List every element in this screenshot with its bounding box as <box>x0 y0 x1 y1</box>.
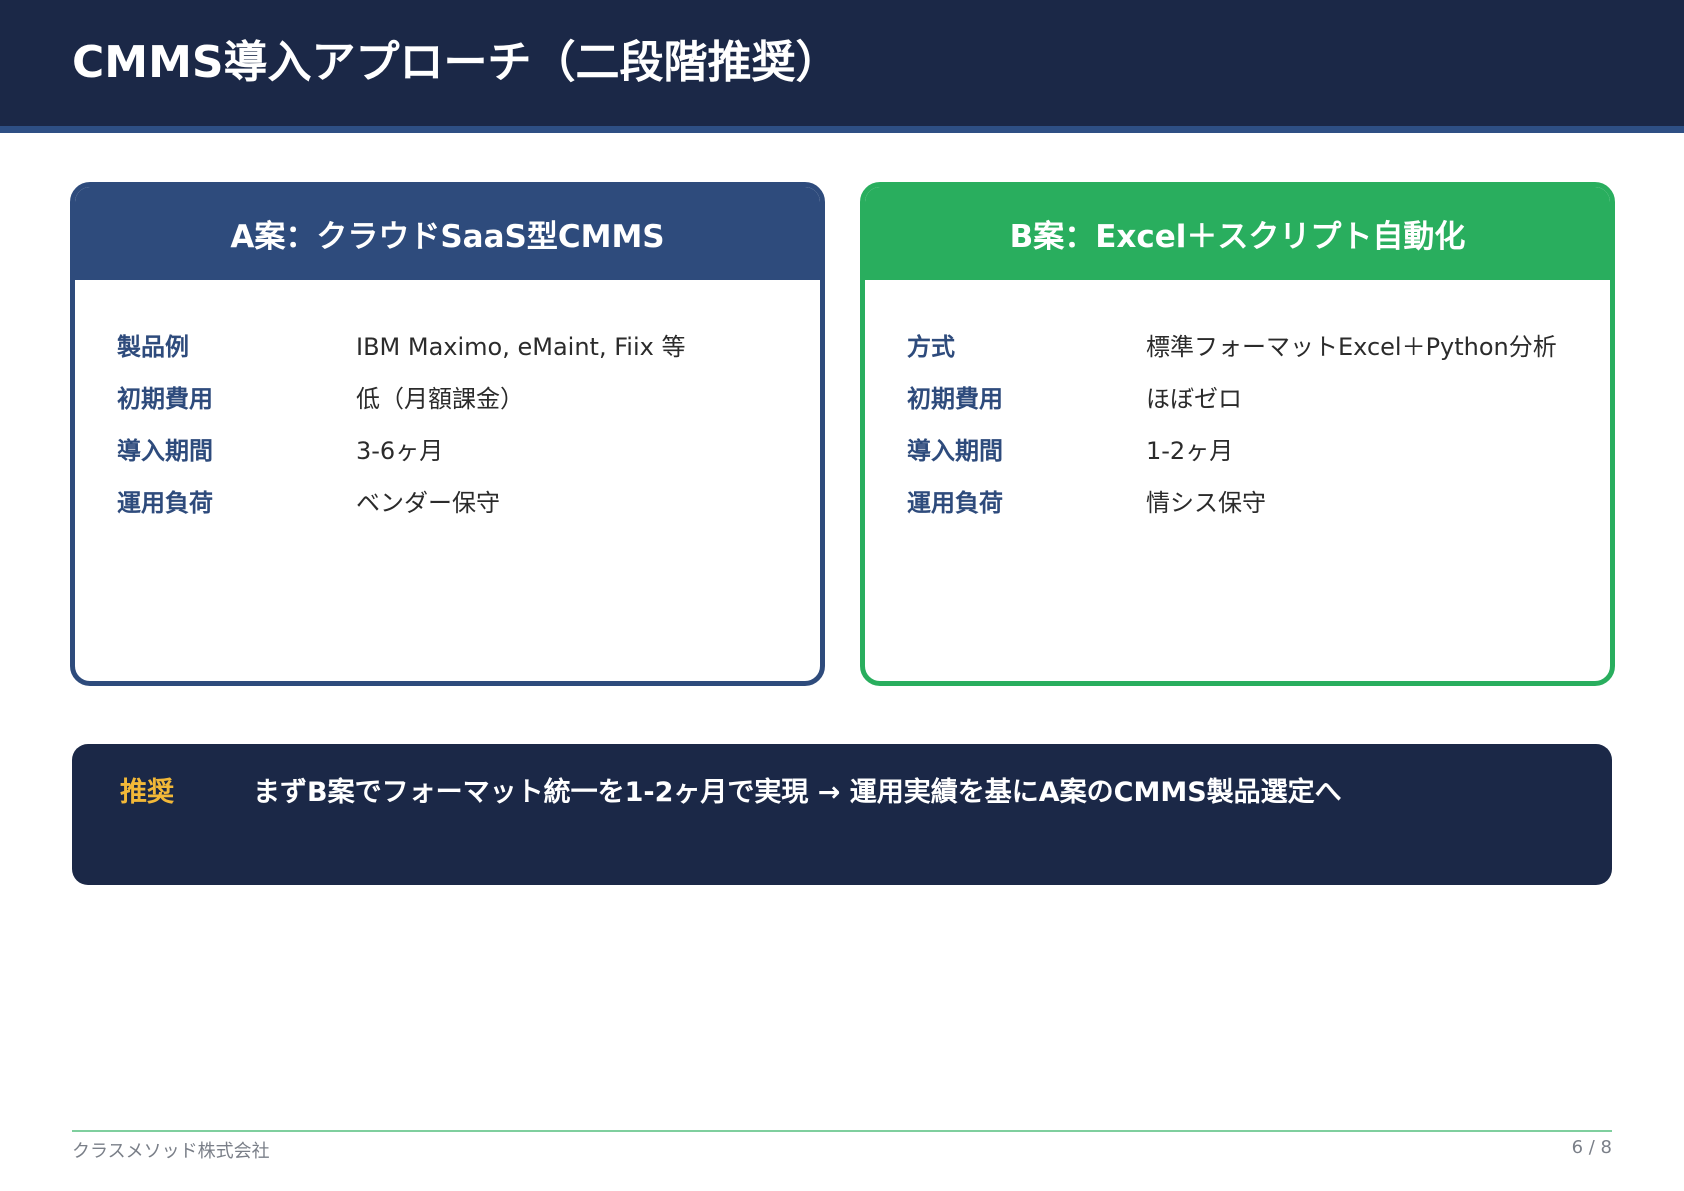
option-b-details: 方式 標準フォーマットExcel＋Python分析 初期費用 ほぼゼロ 導入期間… <box>865 280 1610 526</box>
recommendation-banner: 推奨 まずB案でフォーマット統一を1-2ヶ月で実現 → 運用実績を基にA案のCM… <box>72 744 1612 885</box>
option-a-row-label: 導入期間 <box>117 436 213 465</box>
footer-company-name: クラスメソッド株式会社 <box>72 1141 270 1162</box>
option-a-row-value: 低（月額課金） <box>356 384 524 413</box>
option-b-row-value: 1-2ヶ月 <box>1146 436 1234 465</box>
option-b-row: 初期費用 ほぼゼロ <box>865 370 1610 422</box>
option-b-title: B案：Excel＋スクリプト自動化 <box>865 187 1610 280</box>
footer-divider <box>72 1130 1612 1132</box>
option-b-row-value: ほぼゼロ <box>1146 384 1242 413</box>
option-a-row: 製品例 IBM Maximo, eMaint, Fiix 等 <box>75 318 820 370</box>
option-b-card: B案：Excel＋スクリプト自動化 方式 標準フォーマットExcel＋Pytho… <box>860 182 1615 686</box>
option-b-row-label: 初期費用 <box>907 384 1003 413</box>
recommendation-label: 推奨 <box>120 777 174 808</box>
option-b-row: 導入期間 1-2ヶ月 <box>865 422 1610 474</box>
recommendation-text: まずB案でフォーマット統一を1-2ヶ月で実現 → 運用実績を基にA案のCMMS製… <box>253 777 1342 808</box>
option-a-row: 初期費用 低（月額課金） <box>75 370 820 422</box>
option-a-row-label: 製品例 <box>117 332 189 361</box>
option-b-row: 運用負荷 情シス保守 <box>865 474 1610 526</box>
option-a-row-label: 運用負荷 <box>117 488 213 517</box>
option-a-title: A案：クラウドSaaS型CMMS <box>75 187 820 280</box>
option-a-row-value: 3-6ヶ月 <box>356 436 444 465</box>
option-b-row-label: 運用負荷 <box>907 488 1003 517</box>
option-a-card: A案：クラウドSaaS型CMMS 製品例 IBM Maximo, eMaint,… <box>70 182 825 686</box>
option-a-row-value: IBM Maximo, eMaint, Fiix 等 <box>356 332 686 361</box>
option-a-row: 導入期間 3-6ヶ月 <box>75 422 820 474</box>
option-a-row-value: ベンダー保守 <box>356 488 500 517</box>
page-title: CMMS導入アプローチ（二段階推奨） <box>72 37 840 88</box>
option-b-row: 方式 標準フォーマットExcel＋Python分析 <box>865 318 1610 370</box>
option-a-row: 運用負荷 ベンダー保守 <box>75 474 820 526</box>
page-number: 6 / 8 <box>1571 1137 1612 1158</box>
option-b-row-value: 情シス保守 <box>1146 488 1266 517</box>
option-b-row-label: 方式 <box>907 332 955 361</box>
option-a-details: 製品例 IBM Maximo, eMaint, Fiix 等 初期費用 低（月額… <box>75 280 820 526</box>
option-b-row-label: 導入期間 <box>907 436 1003 465</box>
option-a-row-label: 初期費用 <box>117 384 213 413</box>
header-accent-rule <box>0 126 1684 133</box>
option-b-row-value: 標準フォーマットExcel＋Python分析 <box>1146 332 1557 361</box>
